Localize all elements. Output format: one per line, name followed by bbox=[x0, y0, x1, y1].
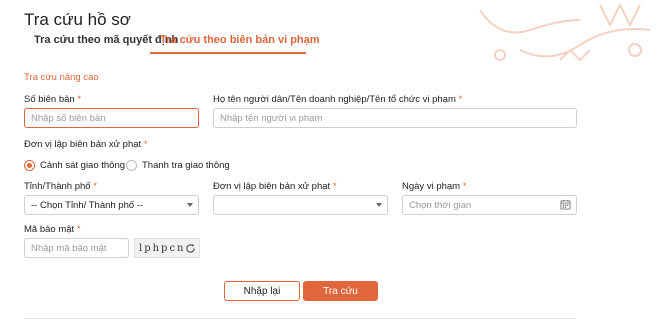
ma-bao-mat-label: Mã bảo mật * bbox=[24, 224, 81, 235]
ho-ten-label: Họ tên người dân/Tên doanh nghiệp/Tên tổ… bbox=[213, 94, 463, 105]
tab-ma-quyet-dinh[interactable]: Tra cứu theo mã quyết định bbox=[34, 34, 178, 54]
tinh-thanh-label: Tỉnh/Thành phố * bbox=[24, 181, 97, 192]
tab-bien-ban-vi-pham[interactable]: Tra cứu theo biên bản vi phạm bbox=[160, 34, 320, 54]
radio-unchecked-icon bbox=[126, 160, 137, 171]
chevron-down-icon bbox=[187, 203, 193, 207]
search-button[interactable]: Tra cứu bbox=[303, 281, 378, 301]
so-bien-ban-input[interactable] bbox=[24, 108, 199, 128]
tinh-thanh-select[interactable]: -- Chọn Tỉnh/ Thành phố -- bbox=[24, 195, 199, 215]
don-vi-group-label: Đơn vị lập biên bản xử phạt * bbox=[24, 139, 148, 150]
divider bbox=[24, 318, 576, 319]
decorative-pattern bbox=[479, 2, 651, 62]
ngay-vi-pham-label: Ngày vi phạm * bbox=[402, 181, 467, 192]
don-vi-select[interactable] bbox=[213, 195, 388, 215]
don-vi-select-label: Đơn vị lập biên bản xử phạt * bbox=[213, 181, 337, 192]
radio-checked-icon bbox=[24, 160, 35, 171]
ma-bao-mat-input[interactable] bbox=[24, 238, 129, 258]
so-bien-ban-label: Số biên bản * bbox=[24, 94, 82, 105]
chevron-down-icon bbox=[376, 203, 382, 207]
radio-canh-sat-giao-thong[interactable]: Cảnh sát giao thông bbox=[24, 160, 125, 171]
active-tab-indicator bbox=[150, 52, 306, 54]
radio-thanh-tra-giao-thong[interactable]: Thanh tra giao thông bbox=[126, 160, 230, 171]
calendar-icon[interactable] bbox=[560, 199, 571, 210]
ngay-vi-pham-wrapper bbox=[402, 195, 577, 215]
ho-ten-input[interactable] bbox=[213, 108, 577, 128]
ngay-vi-pham-input[interactable] bbox=[402, 195, 577, 215]
captcha-image: lphpcn bbox=[134, 238, 200, 258]
refresh-icon[interactable] bbox=[185, 243, 196, 254]
advanced-search-label: Tra cứu nâng cao bbox=[24, 72, 99, 83]
page-title: Tra cứu hồ sơ bbox=[24, 10, 131, 29]
reset-button[interactable]: Nhập lại bbox=[224, 281, 300, 301]
